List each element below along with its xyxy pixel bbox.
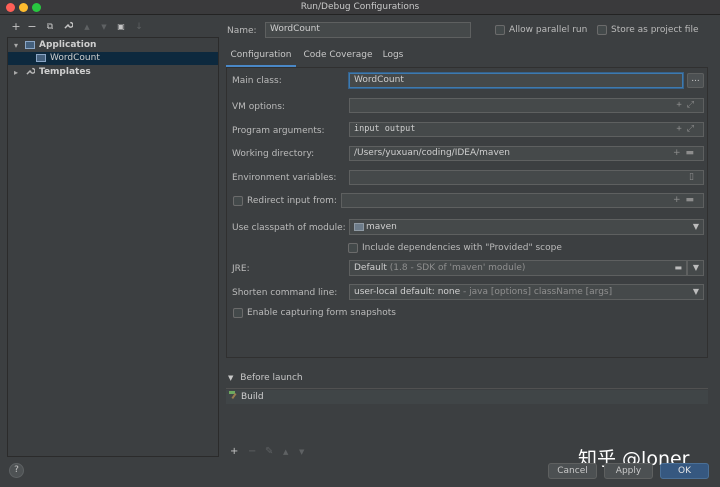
edit-env-vars-icon[interactable]: ▯ — [689, 171, 699, 184]
redirect-input-field[interactable]: +▬ — [341, 193, 704, 208]
name-label: Name: — [227, 26, 257, 36]
program-arguments-value: input output — [354, 124, 416, 134]
classpath-module-select[interactable]: maven ▼ — [349, 219, 704, 235]
program-arguments-input[interactable]: input output +⤢ — [349, 122, 704, 137]
copy-icon[interactable]: ⧉ — [43, 20, 57, 34]
name-input[interactable]: WordCount — [265, 22, 471, 38]
allow-parallel-run-checkbox[interactable] — [495, 25, 505, 35]
include-provided-checkbox[interactable] — [348, 243, 358, 253]
chevron-right-icon[interactable]: ▸ — [11, 66, 21, 79]
tree-item-label: WordCount — [50, 53, 100, 63]
program-arguments-label: Program arguments: — [232, 126, 325, 136]
help-button[interactable]: ? — [9, 463, 24, 478]
remove-icon[interactable]: − — [25, 20, 39, 34]
redirect-input-label: Redirect input from: — [247, 196, 337, 206]
main-class-input[interactable]: WordCount — [349, 73, 683, 88]
tab-configuration[interactable]: Configuration — [226, 44, 296, 68]
config-tree-toolbar: + − ⧉ ▲ ▼ ▣ ↓ — [0, 16, 222, 38]
edit-icon[interactable]: ✎ — [265, 446, 273, 457]
shorten-command-line-value: user-local default: none — [354, 287, 461, 297]
cancel-button[interactable]: Cancel — [548, 463, 597, 479]
jre-detail: (1.8 - SDK of 'maven' module) — [389, 263, 526, 273]
browse-main-class-button[interactable]: ... — [687, 73, 704, 88]
main-class-label: Main class: — [232, 76, 282, 86]
tab-code-coverage[interactable]: Code Coverage — [302, 44, 374, 68]
jre-dropdown-button[interactable]: ▼ — [687, 260, 704, 276]
working-directory-label: Working directory: — [232, 149, 315, 159]
classpath-module-label: Use classpath of module: — [232, 223, 346, 233]
vm-options-label: VM options: — [232, 102, 285, 112]
apply-button[interactable]: Apply — [604, 463, 653, 479]
before-launch-heading[interactable]: ▼ Before launch — [228, 373, 303, 383]
classpath-module-value: maven — [366, 222, 397, 232]
jre-label: JRE: — [232, 264, 250, 274]
add-icon[interactable]: + — [9, 20, 23, 34]
redirect-input-checkbox[interactable] — [233, 196, 243, 206]
move-up-icon[interactable]: ▲ — [80, 20, 94, 34]
window-title: Run/Debug Configurations — [300, 2, 420, 12]
before-launch-label: Before launch — [240, 373, 303, 383]
move-up-icon[interactable]: ▲ — [283, 448, 288, 456]
working-directory-value: /Users/yuxuan/coding/IDEA/maven — [354, 148, 511, 158]
browse-folder-icon[interactable]: ▬ — [674, 261, 682, 275]
tree-item-wordcount[interactable]: WordCount — [8, 52, 218, 65]
include-provided-label: Include dependencies with "Provided" sco… — [362, 243, 562, 253]
environment-variables-label: Environment variables: — [232, 173, 337, 183]
shorten-command-line-label: Shorten command line: — [232, 288, 338, 298]
list-item[interactable]: Build — [226, 390, 708, 404]
store-as-project-file-label: Store as project file — [611, 25, 699, 35]
hammer-icon — [228, 390, 238, 405]
add-icon[interactable]: + — [230, 446, 238, 457]
chevron-down-icon: ▼ — [692, 222, 699, 231]
configuration-tree: ▾ Application WordCount ▸ Templates — [7, 37, 219, 457]
jre-value: Default — [354, 263, 387, 273]
enable-snapshots-checkbox[interactable] — [233, 308, 243, 318]
vm-options-input[interactable]: +⤢ — [349, 98, 704, 113]
tree-item-application[interactable]: ▾ Application — [8, 39, 218, 52]
expand-field-icon[interactable]: +⤢ — [676, 123, 699, 136]
before-launch-list: Build — [226, 388, 708, 443]
wrench-icon[interactable] — [61, 20, 75, 34]
move-down-icon[interactable]: ▼ — [299, 448, 304, 456]
jre-select[interactable]: Default (1.8 - SDK of 'maven' module) ▬ — [349, 260, 687, 276]
tree-item-label: Application — [39, 40, 97, 50]
working-directory-input[interactable]: /Users/yuxuan/coding/IDEA/maven +▬ — [349, 146, 704, 161]
chevron-down-icon[interactable]: ▾ — [11, 39, 21, 52]
expand-field-icon[interactable]: +⤢ — [676, 99, 699, 112]
wrench-icon — [25, 66, 36, 80]
shorten-command-line-detail: - java [options] className [args] — [463, 287, 613, 297]
folder-icon[interactable]: ▣ — [114, 20, 128, 34]
chevron-down-icon: ▼ — [228, 374, 234, 382]
allow-parallel-run-label: Allow parallel run — [509, 25, 588, 35]
before-launch-item-label: Build — [241, 392, 264, 402]
ok-button[interactable]: OK — [660, 463, 709, 479]
remove-icon[interactable]: − — [248, 446, 256, 457]
store-as-project-file-checkbox[interactable] — [597, 25, 607, 35]
title-bar: Run/Debug Configurations — [0, 0, 720, 15]
environment-variables-input[interactable]: ▯ — [349, 170, 704, 185]
tree-item-templates[interactable]: ▸ Templates — [8, 66, 218, 79]
application-icon — [36, 54, 46, 62]
sort-icon[interactable]: ↓ — [132, 20, 146, 34]
tree-item-label: Templates — [39, 67, 91, 77]
application-icon — [25, 41, 35, 49]
module-folder-icon — [354, 223, 364, 231]
move-down-icon[interactable]: ▼ — [97, 20, 111, 34]
chevron-down-icon: ▼ — [692, 263, 699, 272]
enable-snapshots-label: Enable capturing form snapshots — [247, 308, 396, 318]
tab-logs[interactable]: Logs — [380, 44, 406, 68]
browse-folder-icon[interactable]: +▬ — [673, 194, 699, 207]
browse-folder-icon[interactable]: +▬ — [673, 147, 699, 160]
shorten-command-line-select[interactable]: user-local default: none - java [options… — [349, 284, 704, 300]
chevron-down-icon: ▼ — [692, 287, 699, 296]
